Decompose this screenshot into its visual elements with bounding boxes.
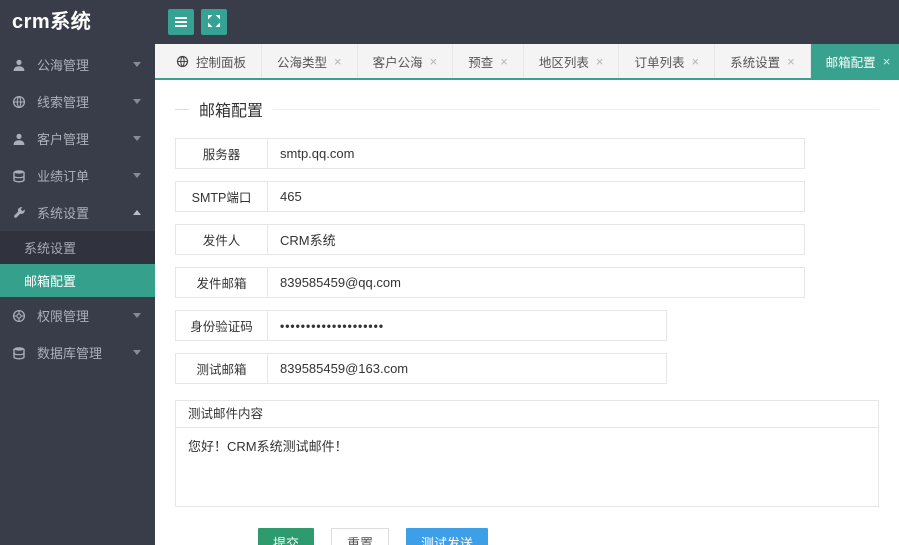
content-panel: 邮箱配置 服务器 SMTP端口 发件人 发件邮箱 身份验证码	[155, 80, 899, 545]
sidebar-item-system-settings[interactable]: 系统设置	[0, 194, 155, 231]
tab-label: 控制面板	[196, 55, 247, 70]
sidebar-item-permission-mgmt[interactable]: 权限管理	[0, 297, 155, 334]
chevron-down-icon	[133, 313, 141, 318]
expand-icon	[208, 14, 220, 30]
form-row-smtp-port: SMTP端口	[175, 181, 805, 212]
tab-mail-config[interactable]: 邮箱配置 ×	[810, 44, 899, 78]
field-label: 服务器	[176, 139, 268, 168]
main-area: 控制面板 公海类型 × 客户公海 × 预查 × 地区列表 × 订单列表 × 系统…	[155, 0, 899, 545]
tab-label: 系统设置	[730, 55, 781, 70]
sidebar-item-label: 公海管理	[37, 58, 90, 73]
app-window: crm系统 公海管理 线索管理 客户管理 业绩订单 系统设置 系统设置 邮箱配置…	[0, 0, 899, 545]
tab-strip: 控制面板 公海类型 × 客户公海 × 预查 × 地区列表 × 订单列表 × 系统…	[155, 44, 899, 80]
close-icon[interactable]: ×	[596, 55, 604, 68]
close-icon[interactable]: ×	[334, 55, 342, 68]
hamburger-icon	[175, 17, 187, 27]
user-icon	[12, 132, 28, 146]
chevron-down-icon	[133, 62, 141, 67]
sidebar-item-order-mgmt[interactable]: 业绩订单	[0, 157, 155, 194]
user-icon	[12, 58, 28, 72]
form-row-server: 服务器	[175, 138, 805, 169]
globe-icon	[12, 95, 28, 109]
test-mail-content-block: 测试邮件内容 您好！CRM系统测试邮件！	[175, 400, 879, 507]
sidebar-item-customer-mgmt[interactable]: 客户管理	[0, 120, 155, 157]
tab-gonghai-type[interactable]: 公海类型 ×	[262, 44, 358, 78]
close-icon[interactable]: ×	[430, 55, 438, 68]
close-icon[interactable]: ×	[500, 55, 508, 68]
chevron-down-icon	[133, 173, 141, 178]
form-title-divider: 邮箱配置	[175, 97, 879, 121]
tab-control-panel[interactable]: 控制面板	[161, 44, 263, 78]
topbar	[155, 0, 899, 44]
form-row-sender-email: 发件邮箱	[175, 267, 805, 298]
test-email-input[interactable]	[268, 354, 666, 383]
tab-label: 预查	[468, 55, 494, 70]
tab-system-settings[interactable]: 系统设置 ×	[715, 44, 811, 78]
sidebar-item-gonghai-mgmt[interactable]: 公海管理	[0, 46, 155, 83]
smtp-port-input[interactable]	[268, 182, 804, 211]
close-icon[interactable]: ×	[787, 55, 795, 68]
sidebar-subitem-label: 邮箱配置	[24, 274, 77, 289]
sidebar-item-label: 数据库管理	[37, 346, 103, 361]
textarea-label: 测试邮件内容	[176, 401, 878, 428]
server-input[interactable]	[268, 139, 804, 168]
database-icon	[12, 346, 28, 360]
tab-customer-gonghai[interactable]: 客户公海 ×	[358, 44, 454, 78]
sender-email-input[interactable]	[268, 268, 804, 297]
fullscreen-button[interactable]	[201, 9, 227, 35]
tab-order-list[interactable]: 订单列表 ×	[619, 44, 716, 78]
close-icon[interactable]: ×	[883, 55, 891, 68]
chevron-down-icon	[133, 350, 141, 355]
field-label: SMTP端口	[176, 182, 268, 211]
sidebar-item-label: 系统设置	[37, 206, 90, 221]
reset-button[interactable]: 重置	[331, 528, 390, 545]
sidebar-item-label: 客户管理	[37, 132, 90, 147]
page-title: 邮箱配置	[199, 103, 264, 120]
tab-label: 客户公海	[372, 55, 423, 70]
menu-toggle-button[interactable]	[168, 9, 194, 35]
tab-label: 地区列表	[538, 55, 589, 70]
sidebar-item-label: 线索管理	[37, 95, 90, 110]
divider-line	[175, 108, 189, 110]
sidebar-subitem-system-settings[interactable]: 系统设置	[0, 231, 155, 264]
divider-line	[273, 108, 879, 110]
test-mail-content-input[interactable]: 您好！CRM系统测试邮件！	[176, 428, 878, 506]
sidebar-item-clue-mgmt[interactable]: 线索管理	[0, 83, 155, 120]
field-label: 身份验证码	[176, 311, 268, 340]
form-row-auth-code: 身份验证码	[175, 310, 667, 341]
sidebar-subitem-mail-config[interactable]: 邮箱配置	[0, 264, 155, 297]
sidebar-item-database-mgmt[interactable]: 数据库管理	[0, 334, 155, 371]
field-label: 发件邮箱	[176, 268, 268, 297]
close-icon[interactable]: ×	[691, 55, 699, 68]
tab-label: 公海类型	[277, 55, 328, 70]
sidebar-menu: 公海管理 线索管理 客户管理 业绩订单 系统设置 系统设置 邮箱配置 权限管理 …	[0, 46, 155, 371]
test-send-button[interactable]: 测试发送	[406, 528, 489, 545]
dashboard-globe-icon	[176, 55, 189, 68]
button-row: 提交 重置 测试发送	[175, 528, 879, 545]
sender-input[interactable]	[268, 225, 804, 254]
app-title: crm系统	[12, 11, 92, 33]
submit-button[interactable]: 提交	[258, 528, 315, 545]
life-ring-icon	[12, 309, 28, 323]
tab-region-list[interactable]: 地区列表 ×	[524, 44, 620, 78]
field-label: 测试邮箱	[176, 354, 268, 383]
form-row-sender: 发件人	[175, 224, 805, 255]
form-row-test-email: 测试邮箱	[175, 353, 667, 384]
sidebar-subitem-label: 系统设置	[24, 241, 77, 256]
tab-label: 邮箱配置	[825, 55, 876, 70]
sidebar-item-label: 权限管理	[37, 309, 90, 324]
tab-label: 订单列表	[634, 55, 685, 70]
sidebar: crm系统 公海管理 线索管理 客户管理 业绩订单 系统设置 系统设置 邮箱配置…	[0, 0, 155, 545]
sidebar-item-label: 业绩订单	[37, 169, 90, 184]
wrench-icon	[12, 206, 28, 220]
field-label: 发件人	[176, 225, 268, 254]
chevron-up-icon	[133, 210, 141, 215]
auth-code-input[interactable]	[268, 311, 666, 340]
chevron-down-icon	[133, 99, 141, 104]
database-icon	[12, 169, 28, 183]
chevron-down-icon	[133, 136, 141, 141]
tab-precheck[interactable]: 预查 ×	[453, 44, 524, 78]
